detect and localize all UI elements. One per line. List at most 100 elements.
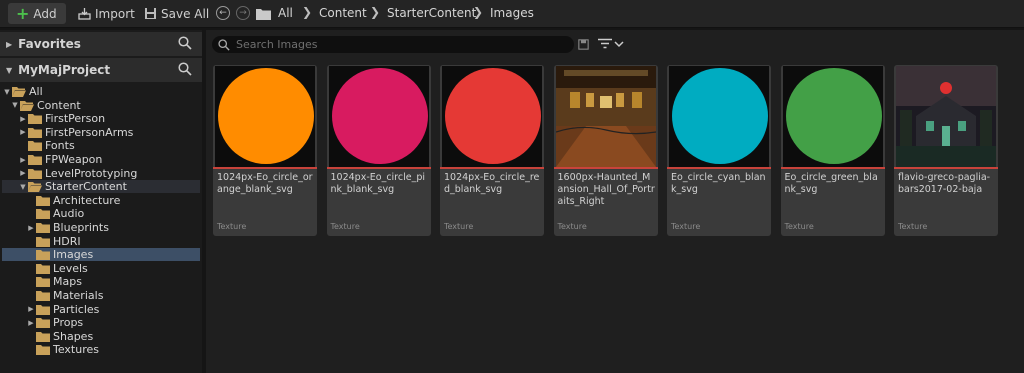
tree-item-levelprototyping[interactable]: ▶ LevelPrototyping [2, 167, 200, 180]
tree-item-blueprints[interactable]: ▶ Blueprints [2, 221, 200, 234]
expanded-arrow-icon[interactable]: ▼ [10, 101, 20, 109]
tree-item-fpweapon[interactable]: ▶ FPWeapon [2, 153, 200, 166]
import-button-label: Import [95, 6, 135, 21]
back-history-button[interactable]: ← [216, 6, 230, 20]
chevron-down-icon [614, 40, 624, 47]
tree-item-props[interactable]: ▶ Props [2, 316, 200, 329]
collapsed-arrow-icon[interactable]: ▶ [26, 224, 36, 232]
tree-item-architecture[interactable]: Architecture [2, 194, 200, 207]
asset-name: 1600px-Haunted_Mansion_Hall_Of_Portraits… [557, 172, 655, 207]
asset-tile[interactable]: 1600px-Haunted_Mansion_Hall_Of_Portraits… [553, 65, 658, 236]
asset-type-label: Texture [784, 222, 814, 231]
tree-item-label: Blueprints [53, 221, 109, 234]
search-icon[interactable] [178, 62, 192, 76]
circle-thumbnail [331, 68, 428, 164]
tree-item-fonts[interactable]: Fonts [2, 139, 200, 152]
search-icon[interactable] [178, 36, 192, 50]
folder-open-icon [12, 87, 26, 97]
tree-item-audio[interactable]: Audio [2, 207, 200, 220]
asset-tile[interactable]: 1024px-Eo_circle_orange_blank_svg Texture [213, 65, 317, 236]
folder-icon[interactable] [256, 7, 271, 20]
asset-type-color-bar [667, 167, 771, 169]
asset-type-color-bar [440, 167, 544, 169]
breadcrumb-images[interactable]: Images [490, 6, 534, 20]
folder-icon [36, 291, 50, 301]
tree-item-label: All [29, 85, 43, 98]
folder-icon [36, 345, 50, 356]
collapsed-arrow-icon[interactable]: ▶ [26, 305, 36, 313]
folder-icon [28, 127, 42, 138]
asset-type-label: Texture [330, 222, 360, 231]
breadcrumb-separator-icon[interactable]: ❯ [302, 5, 312, 19]
tree-item-label: Architecture [53, 193, 121, 207]
breadcrumb-content[interactable]: Content [319, 6, 367, 20]
tree-item-images[interactable]: Images [2, 248, 200, 262]
asset-tile[interactable]: Eo_circle_cyan_blank_svg Texture [667, 65, 771, 236]
tree-item-maps[interactable]: Maps [2, 275, 200, 288]
collapsed-arrow-icon[interactable]: ▶ [18, 169, 28, 177]
tree-item-all[interactable]: ▼ All [2, 85, 200, 98]
tree-item-particles[interactable]: ▶ Particles [2, 303, 200, 316]
favorites-header[interactable]: ▶ Favorites [0, 32, 202, 56]
tree-item-label: HDRI [53, 234, 81, 248]
tree-item-label: FirstPersonArms [45, 125, 134, 139]
breadcrumb-startercontent[interactable]: StarterContent [387, 6, 476, 20]
tree-item-hdri[interactable]: HDRI [2, 235, 200, 248]
filter-icon [598, 38, 612, 49]
tree-item-label: StarterContent [45, 180, 127, 194]
asset-type-label: Texture [898, 222, 928, 231]
asset-tile[interactable]: 1024px-Eo_circle_pink_blank_svg Texture [326, 65, 431, 236]
forward-history-button[interactable]: → [236, 6, 250, 20]
expanded-arrow-icon[interactable]: ▼ [2, 88, 12, 96]
breadcrumb-all[interactable]: All [278, 6, 293, 20]
collapsed-arrow-icon[interactable]: ▶ [26, 319, 36, 327]
tree-item-firstperson[interactable]: ▶ FirstPerson [2, 112, 200, 125]
collapsed-arrow-icon[interactable]: ▶ [18, 128, 28, 136]
add-button[interactable]: + Add [8, 3, 66, 24]
tree-item-label: LevelPrototyping [45, 166, 138, 180]
asset-type-color-bar [326, 167, 431, 169]
tree-item-content[interactable]: ▼ Content [2, 99, 200, 112]
breadcrumb-separator-icon[interactable]: ❯ [473, 5, 483, 19]
asset-name: 1024px-Eo_circle_red_blank_svg [444, 172, 540, 195]
tree-item-shapes[interactable]: Shapes [2, 330, 200, 343]
asset-thumbnail [555, 66, 656, 167]
folder-icon [36, 304, 50, 315]
asset-tile[interactable]: flavio-greco-paglia-bars2017-02-baja Text… [894, 65, 998, 236]
asset-tile[interactable]: Eo_circle_green_blank_svg Texture [780, 65, 885, 236]
tree-item-startercontent[interactable]: ▼ StarterContent [2, 180, 200, 194]
favorites-title: Favorites [18, 37, 81, 51]
tree-item-textures[interactable]: Textures [2, 343, 200, 356]
filter-button[interactable] [598, 38, 624, 49]
tree-item-levels[interactable]: Levels [2, 262, 200, 275]
save-all-button[interactable]: Save All [144, 3, 209, 24]
asset-view: Search Images 1024px-Eo_circle_orange_bl… [206, 30, 1024, 373]
asset-type-label: Texture [444, 222, 474, 231]
search-input[interactable]: Search Images [212, 36, 574, 53]
folder-icon [36, 318, 50, 329]
save-search-icon[interactable] [578, 39, 589, 50]
asset-tile[interactable]: 1024px-Eo_circle_red_blank_svg Texture [440, 65, 544, 236]
project-header[interactable]: ▼ MyMajProject [0, 58, 202, 82]
folder-icon [28, 141, 42, 152]
arrow-right-icon: → [239, 8, 247, 18]
expanded-arrow-icon[interactable]: ▼ [18, 183, 28, 191]
search-icon [218, 38, 230, 51]
collapsed-arrow-icon[interactable]: ▶ [18, 156, 28, 164]
collapsed-arrow-icon[interactable]: ▶ [18, 115, 28, 123]
tree-item-materials[interactable]: Materials [2, 289, 200, 302]
tree-item-label: Content [37, 98, 81, 112]
folder-icon [36, 195, 50, 206]
breadcrumb-separator-icon[interactable]: ❯ [370, 5, 380, 19]
tree-item-label: Images [53, 248, 94, 262]
folder-icon [36, 250, 50, 261]
save-icon [145, 8, 156, 19]
tree-item-firstpersonarms[interactable]: ▶ FirstPersonArms [2, 126, 200, 139]
import-button[interactable]: Import [78, 3, 135, 24]
tree-item-label: Textures [53, 343, 99, 357]
asset-type-label: Texture [217, 222, 247, 231]
tree-item-label: Materials [53, 289, 104, 302]
asset-type-color-bar [553, 167, 658, 169]
tree-item-label: Particles [53, 302, 100, 316]
asset-name: 1024px-Eo_circle_pink_blank_svg [330, 172, 426, 195]
